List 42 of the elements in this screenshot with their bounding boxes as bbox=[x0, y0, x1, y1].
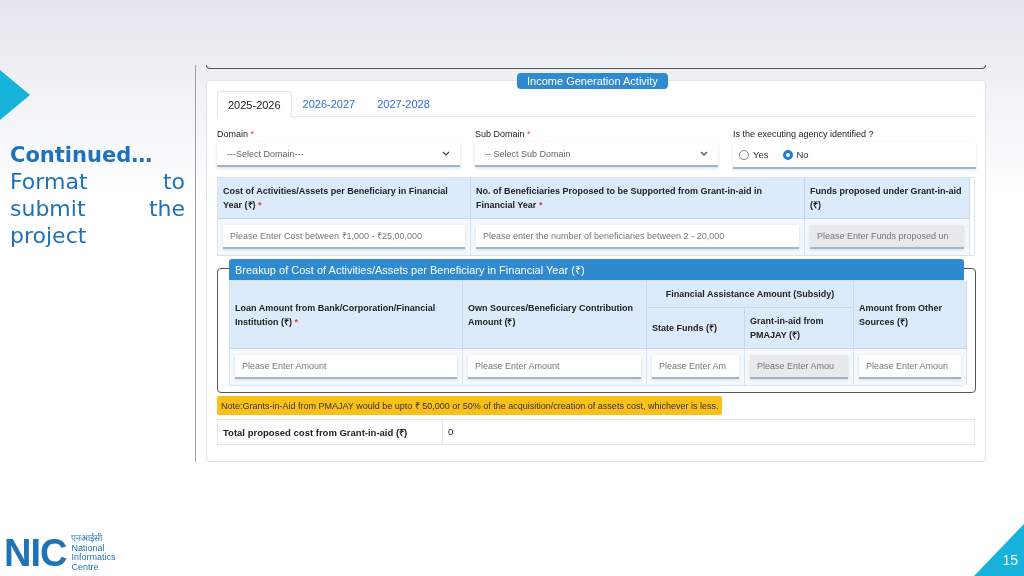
column-header: Loan Amount from Bank/Corporation/Financial Institution (₹) * bbox=[230, 281, 463, 349]
column-header: Cost of Activities/Assets per Beneficiary in Financial Year (₹) * bbox=[218, 178, 471, 219]
logo-name-line: Centre bbox=[71, 562, 100, 572]
year-tab[interactable]: 2026-2027 bbox=[291, 91, 367, 116]
chevron-icon bbox=[442, 151, 450, 156]
year-tab[interactable]: 2027-2028 bbox=[366, 91, 441, 116]
radio-option[interactable]: No bbox=[782, 149, 809, 160]
field-label: Domain * bbox=[217, 129, 256, 139]
slide-heading: Continued… bbox=[10, 142, 154, 168]
domain-dropdown[interactable]: ---Select Domain--- bbox=[217, 142, 460, 167]
logo-hindi-text: एनआईसी bbox=[71, 534, 104, 544]
column-header: Own Sources/Beneficiary Contribution Amount (₹) bbox=[463, 281, 647, 349]
amount-field[interactable]: Please Enter Cost between ₹1,000 - ₹25,00,000 bbox=[223, 225, 465, 249]
section-badge: Income Generation Activity bbox=[517, 73, 668, 89]
sub-domain-dropdown[interactable]: -- Select Sub Domain bbox=[475, 142, 718, 167]
amount-field[interactable]: Please Enter Amount bbox=[235, 355, 457, 379]
column-header: No. of Beneficiaries Proposed to be Supported from Grant-in-aid in Financial Year * bbox=[471, 178, 805, 219]
total-label: Total proposed cost from Grant-in-aid (₹) bbox=[218, 420, 443, 445]
logo-name-line: Informatics bbox=[71, 553, 116, 563]
column-header: State Funds (₹) bbox=[647, 308, 745, 349]
field-label: Is the executing agency identified ? bbox=[733, 129, 875, 139]
column-header: Grant-in-aid from PMAJAY (₹) bbox=[745, 308, 854, 349]
amount-field[interactable]: Please Enter Amoun bbox=[859, 355, 961, 379]
column-header: Amount from Other Sources (₹) bbox=[854, 281, 967, 349]
radio-icon[interactable] bbox=[782, 149, 793, 160]
logo-name-line: National bbox=[71, 543, 106, 553]
logo-letters: NIC bbox=[4, 536, 67, 570]
column-header: Funds proposed under Grant-in-aid (₹) bbox=[805, 178, 970, 219]
section-title-bar: Breakup of Cost of Activities/Assets per Beneficiary in Financial Year (₹) bbox=[229, 259, 964, 280]
radio-icon[interactable] bbox=[739, 149, 749, 160]
column-header: Financial Assistance Amount (Subsidy) bbox=[647, 281, 854, 308]
slide-text: Format to submit the project bbox=[10, 168, 185, 249]
radio-option[interactable]: Yes bbox=[739, 149, 769, 160]
page-number: 15 bbox=[1002, 552, 1018, 568]
amount-field[interactable]: Please Enter Amount bbox=[468, 355, 641, 379]
chevron-icon bbox=[700, 151, 708, 156]
amount-field[interactable]: Please Enter Am bbox=[652, 355, 739, 379]
total-value: 0 bbox=[447, 425, 455, 439]
amount-field[interactable]: Please enter the number of beneficiaries between 2 - 20,000 bbox=[476, 225, 799, 249]
note-banner: Note:Grants-in-Aid from PMAJAY would be upto ₹ 50,000 or 50% of the acquisition/creation of assets cost, whichever is less. bbox=[217, 396, 723, 415]
field-label: Sub Domain * bbox=[475, 129, 532, 139]
year-tab[interactable]: 2025-2026 bbox=[217, 91, 292, 117]
